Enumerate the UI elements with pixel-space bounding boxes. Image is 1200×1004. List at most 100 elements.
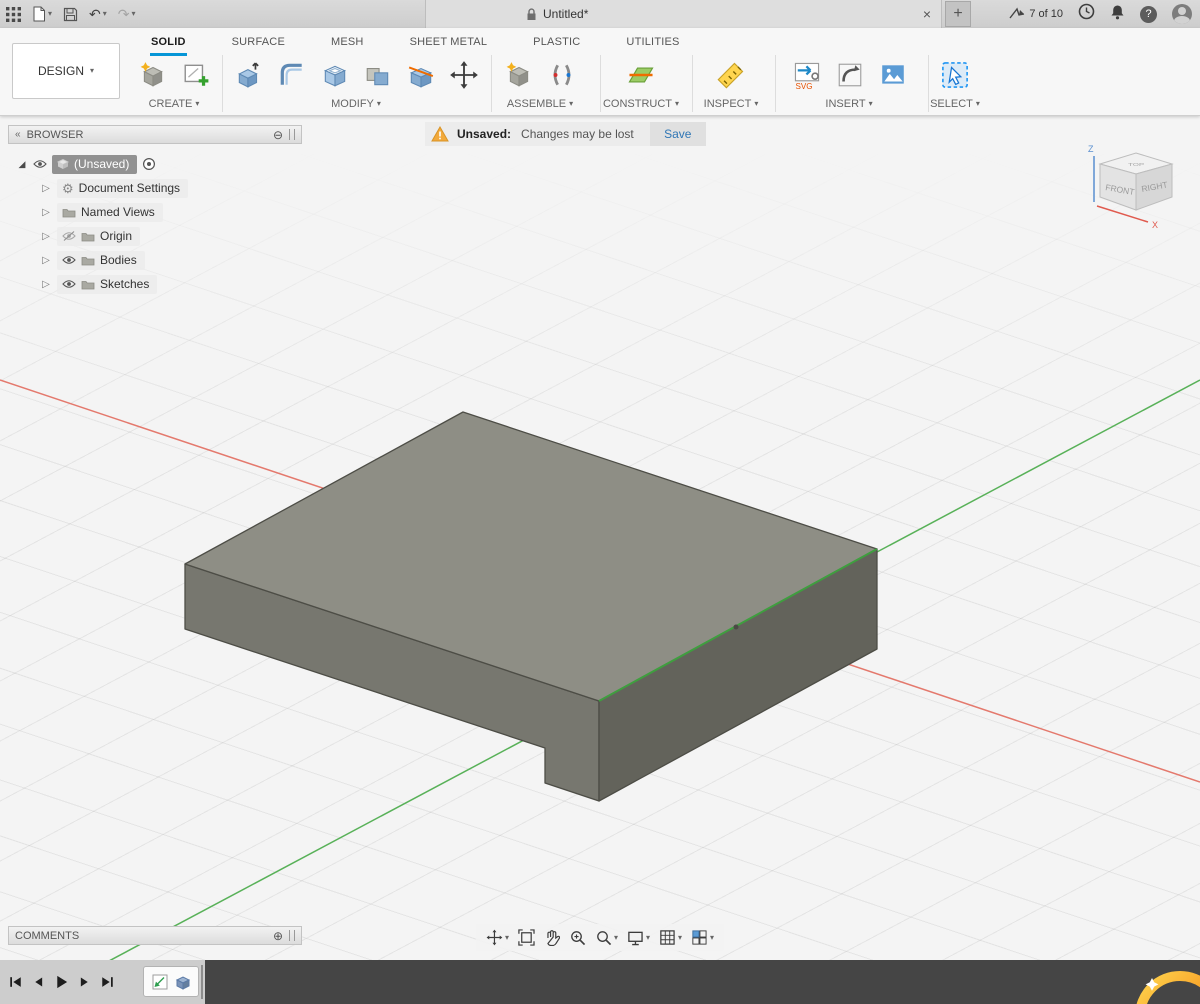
browser-row-named-views[interactable]: ▷ Named Views [8,200,302,224]
undo-button[interactable]: ↶ ▾ [89,7,107,21]
split-body-button[interactable] [404,58,438,92]
gear-icon: ⚙ [62,182,74,195]
assistant-bubble[interactable] [1108,960,1200,1004]
modify-group-label[interactable]: MODIFY▾ [311,98,401,110]
expand-icon[interactable]: ▷ [40,183,52,194]
tab-mesh[interactable]: MESH [330,34,365,56]
visibility-eye-icon[interactable] [62,279,76,289]
visibility-eye-icon[interactable] [62,255,76,265]
collapse-panel-icon[interactable]: « [15,129,21,140]
notifications-button[interactable] [1110,4,1125,25]
extensions-button[interactable] [1078,3,1095,25]
construct-plane-button[interactable] [624,58,658,92]
visibility-eye-icon[interactable] [33,159,47,169]
orbit-button[interactable]: ▾ [486,929,509,946]
origin-point[interactable] [734,625,739,630]
browser-panel: « BROWSER ⊖ ◢ (Unsaved) ▷ ⚙ Documen [8,125,302,296]
fillet-button[interactable] [275,58,309,92]
document-tab[interactable]: Untitled* × [425,0,942,28]
tab-sheet-metal[interactable]: SHEET METAL [409,34,489,56]
expand-icon[interactable]: ▷ [40,279,52,290]
go-to-start-button[interactable] [8,975,23,989]
look-at-button[interactable] [518,929,535,946]
file-icon [32,6,46,22]
move-copy-button[interactable] [447,58,481,92]
shell-button[interactable] [318,58,352,92]
panel-grip[interactable] [289,129,295,140]
tab-plastic[interactable]: PLASTIC [532,34,581,56]
save-link-button[interactable]: Save [650,122,706,146]
viewports-button[interactable]: ▾ [691,929,714,946]
file-menu-button[interactable]: ▾ [32,6,52,22]
pan-button[interactable] [544,929,560,946]
go-to-end-button[interactable] [100,975,115,989]
step-forward-button[interactable] [78,975,91,989]
combine-button[interactable] [361,58,395,92]
browser-row-sketches[interactable]: ▷ Sketches [8,272,302,296]
expand-icon[interactable]: ▷ [40,207,52,218]
inspect-group-label[interactable]: INSPECT▾ [686,98,776,110]
timeline-playhead[interactable] [201,965,203,999]
comments-header[interactable]: COMMENTS ⊕ [8,926,302,945]
decal-button[interactable] [876,58,910,92]
app-grid-icon[interactable] [6,7,21,22]
derive-button[interactable] [833,58,867,92]
select-group-label[interactable]: SELECT▾ [910,98,1000,110]
workspace-switcher[interactable]: DESIGN ▾ [12,43,120,99]
expand-icon[interactable]: ▷ [40,231,52,242]
step-back-button[interactable] [32,975,45,989]
help-button[interactable]: ? [1140,6,1157,23]
browser-row-document-settings[interactable]: ▷ ⚙ Document Settings [8,176,302,200]
create-sketch-button[interactable] [179,58,213,92]
collapse-all-icon[interactable]: ⊖ [273,128,283,142]
assemble-new-component-button[interactable] [502,58,536,92]
new-tab-button[interactable]: + [945,1,971,27]
inspect-group [714,56,748,94]
press-pull-button[interactable] [232,58,266,92]
chevron-down-icon: ▾ [675,100,679,108]
grid-settings-button[interactable]: ▾ [659,929,682,946]
close-tab-button[interactable]: × [919,0,935,28]
timeline-track[interactable] [205,960,1200,1004]
tab-surface[interactable]: SURFACE [231,34,286,56]
zoom-window-icon [569,929,586,946]
job-status-icon [1009,7,1025,21]
tab-utilities[interactable]: UTILITIES [625,34,680,56]
zoom-window-button[interactable] [569,929,586,946]
root-component-chip[interactable]: (Unsaved) [52,155,137,174]
measure-button[interactable] [714,58,748,92]
browser-header[interactable]: « BROWSER ⊖ [8,125,302,144]
redo-button[interactable]: ↷ ▾ [118,7,136,21]
browser-row-root[interactable]: ◢ (Unsaved) [8,152,302,176]
expand-icon[interactable]: ◢ [16,159,28,170]
play-button[interactable] [54,974,69,990]
sketch-feature-icon[interactable] [152,974,168,990]
insert-svg-button[interactable]: SVG [790,58,824,92]
activate-component-radio[interactable] [142,157,156,171]
insert-group-label[interactable]: INSERT▾ [804,98,894,110]
viewcube[interactable]: Z X TOP FRONT RIGHT [1084,140,1188,243]
svg-badge: SVG [795,82,812,90]
panel-grip[interactable] [289,930,295,941]
expand-icon[interactable]: ▷ [40,255,52,266]
save-button[interactable] [63,7,78,22]
extrude-feature-icon[interactable] [175,974,191,990]
avatar[interactable] [1172,4,1192,24]
construct-group-label[interactable]: CONSTRUCT▾ [596,98,686,110]
timeline-bar [0,960,1200,1004]
job-status-button[interactable]: 7 of 10 [1009,7,1063,21]
add-comment-icon[interactable]: ⊕ [273,929,283,943]
tab-solid[interactable]: SOLID [150,34,187,56]
chevron-down-icon: ▾ [614,934,618,942]
visibility-eye-off-icon[interactable] [62,231,76,241]
new-component-button[interactable] [136,58,170,92]
create-group-label[interactable]: CREATE▾ [129,98,219,110]
browser-row-bodies[interactable]: ▷ Bodies [8,248,302,272]
display-settings-button[interactable]: ▾ [627,930,650,946]
assemble-group-label[interactable]: ASSEMBLE▾ [495,98,585,110]
joint-button[interactable] [545,58,579,92]
zoom-button[interactable]: ▾ [595,929,618,946]
browser-row-origin[interactable]: ▷ Origin [8,224,302,248]
select-button[interactable] [938,58,972,92]
viewcube-top-label[interactable]: TOP [1128,163,1144,168]
